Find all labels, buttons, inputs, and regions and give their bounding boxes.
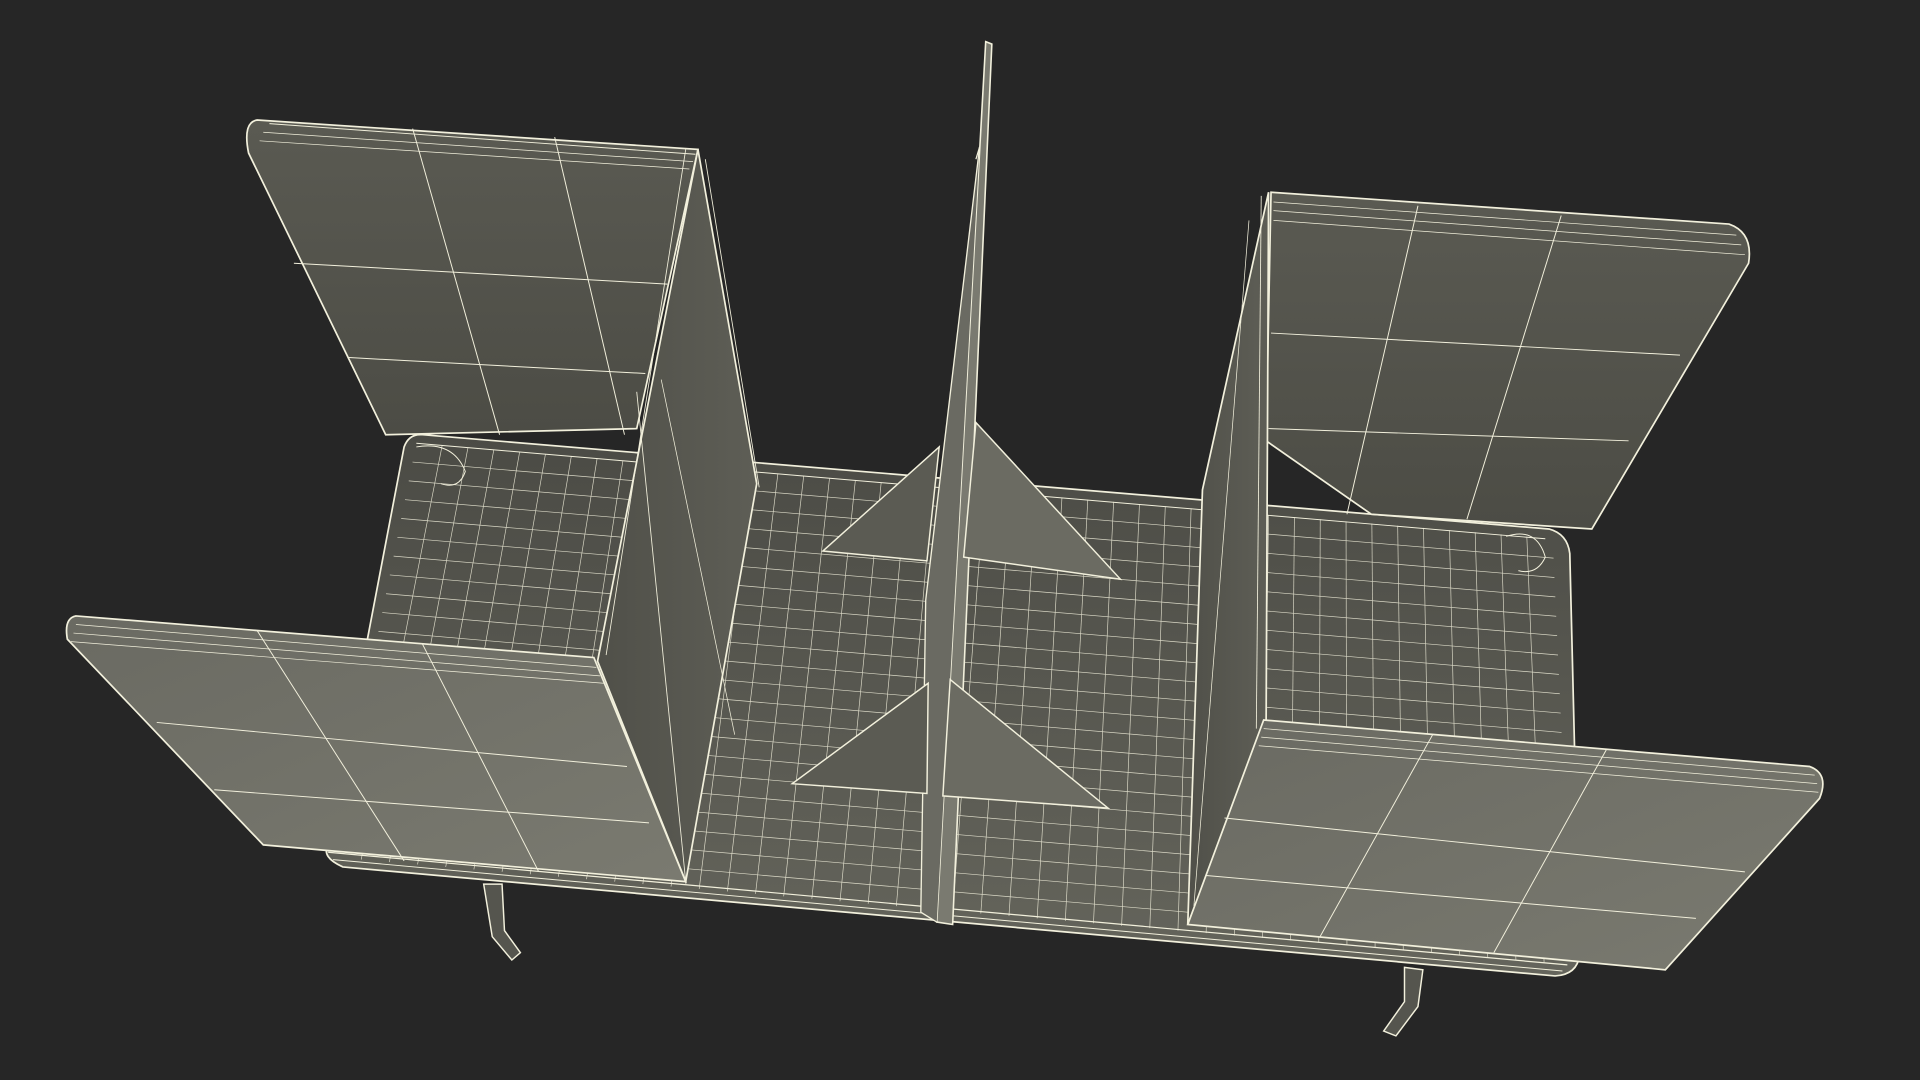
panel-back-left: [245, 119, 700, 436]
render-viewport: [0, 0, 1920, 1080]
wireframe-model: [65, 40, 1824, 1037]
leg-right: [1382, 966, 1424, 1037]
leg-left: [482, 883, 522, 962]
panel-front-right: [1186, 719, 1824, 971]
panel-back-right: [1265, 191, 1751, 530]
